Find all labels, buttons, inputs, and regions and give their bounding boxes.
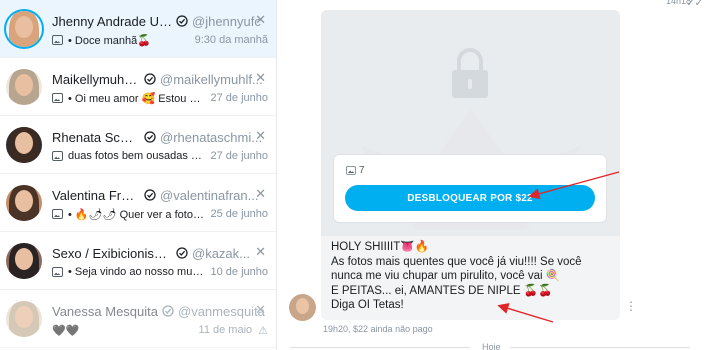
chat-name: Sexo / Exibicionismo /... bbox=[52, 245, 172, 261]
media-count-value: 7 bbox=[359, 165, 365, 176]
verified-icon bbox=[176, 15, 188, 27]
date-divider-label: Hoje bbox=[482, 342, 501, 350]
image-icon bbox=[52, 93, 63, 103]
chat-handle: @valentinafran... bbox=[160, 187, 259, 203]
chat-preview: • Oi meu amor 🥰 Estou apr... bbox=[68, 92, 205, 105]
more-options-icon[interactable]: ⋮ bbox=[625, 300, 637, 312]
chat-name: Valentina Fran... bbox=[52, 187, 140, 203]
chat-preview: • 🔥🌶🌶 Quer ver a foto no... bbox=[68, 208, 205, 221]
image-icon bbox=[52, 151, 63, 161]
message-bubble: 7 DESBLOQUEAR POR $22 HOLY SHIIIIT👅🔥 As … bbox=[321, 10, 620, 320]
unlock-panel: 7 DESBLOQUEAR POR $22 bbox=[333, 154, 607, 223]
chat-name: Jhenny Andrade UFC bbox=[52, 13, 172, 29]
avatar bbox=[6, 69, 42, 105]
chat-item-valentina[interactable]: Valentina Fran... @valentinafran... ✕ • … bbox=[0, 174, 276, 232]
verified-icon bbox=[176, 247, 188, 259]
chat-item-vanessa[interactable]: Vanessa Mesquita @vanmesquita ✕ 🖤🖤 11 de… bbox=[0, 290, 276, 348]
chat-time: 27 de junho bbox=[210, 150, 269, 162]
chat-time: 27 de junho bbox=[210, 92, 269, 104]
chat-time: 25 de junho bbox=[210, 208, 269, 220]
read-check-icon: ✓✓ bbox=[686, 0, 703, 9]
chat-item-rhenata[interactable]: Rhenata Schmi... @rhenataschmi... ✕ duas… bbox=[0, 116, 276, 174]
lock-icon-body bbox=[452, 70, 488, 98]
image-icon bbox=[52, 267, 63, 277]
chat-name: Vanessa Mesquita bbox=[52, 303, 158, 319]
close-icon[interactable]: ✕ bbox=[255, 71, 266, 84]
chat-item-sexo-exibicionismo[interactable]: Sexo / Exibicionismo /... @kazak... ✕ • … bbox=[0, 232, 276, 290]
close-icon[interactable]: ✕ bbox=[255, 245, 266, 258]
chat-preview: • Doce manhã🍒 bbox=[68, 34, 151, 47]
avatar bbox=[6, 185, 42, 221]
chat-item-jhenny[interactable]: Jhenny Andrade UFC @jhennyufc ✕ • Doce m… bbox=[0, 0, 276, 58]
close-icon[interactable]: ✕ bbox=[255, 129, 266, 142]
avatar bbox=[6, 127, 42, 163]
verified-icon bbox=[162, 305, 174, 317]
chat-preview: • Seja vindo ao nosso mund... bbox=[68, 266, 205, 278]
chat-time: 10 de junho bbox=[210, 266, 269, 278]
chat-list: Jhenny Andrade UFC @jhennyufc ✕ • Doce m… bbox=[0, 0, 277, 350]
image-icon bbox=[346, 166, 356, 175]
avatar bbox=[6, 301, 42, 337]
close-icon[interactable]: ✕ bbox=[255, 187, 266, 200]
message-text: HOLY SHIIIIT👅🔥 As fotos mais quentes que… bbox=[331, 241, 582, 311]
avatar bbox=[6, 11, 42, 47]
image-icon bbox=[52, 209, 63, 219]
unlock-button[interactable]: DESBLOQUEAR POR $22 bbox=[345, 185, 595, 211]
avatar bbox=[6, 243, 42, 279]
chat-preview: 🖤🖤 bbox=[52, 324, 80, 337]
chat-item-maikelly[interactable]: Maikellymuhlf... @maikellymuhlf... ✕ • O… bbox=[0, 58, 276, 116]
chat-time: 11 de maio bbox=[198, 324, 253, 336]
warning-icon: ⚠ bbox=[258, 324, 268, 337]
chat-handle: @maikellymuhlf... bbox=[160, 71, 263, 87]
conversation-panel: 14h18 ✓✓ 7 DESBLOQUEAR POR $22 HOLY SHII… bbox=[278, 0, 713, 350]
verified-icon bbox=[144, 73, 156, 85]
close-icon[interactable]: ✕ bbox=[255, 303, 266, 316]
media-count: 7 bbox=[346, 165, 365, 176]
image-icon bbox=[52, 35, 63, 45]
close-icon[interactable]: ✕ bbox=[255, 13, 266, 26]
message-meta: 19h20, $22 ainda não pago bbox=[323, 324, 433, 334]
verified-icon bbox=[144, 131, 156, 143]
chat-handle: @rhenataschmi... bbox=[160, 129, 263, 145]
chat-name: Rhenata Schmi... bbox=[52, 129, 140, 145]
verified-icon bbox=[144, 189, 156, 201]
date-divider: Hoje bbox=[278, 342, 713, 350]
chat-name: Maikellymuhlf... bbox=[52, 71, 140, 87]
chat-time: 9:30 da manhã bbox=[194, 34, 268, 46]
chat-preview: duas fotos bem ousadas pa... bbox=[68, 150, 205, 162]
sender-avatar[interactable] bbox=[289, 294, 316, 321]
